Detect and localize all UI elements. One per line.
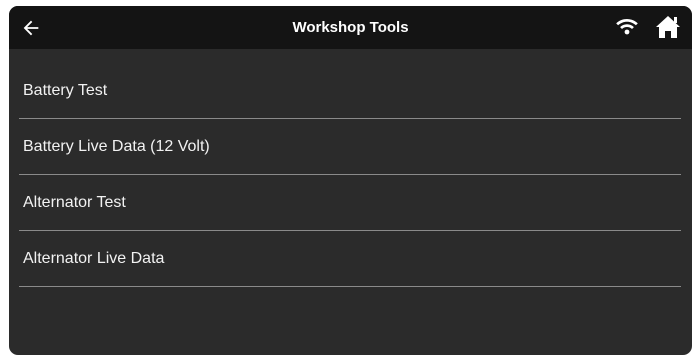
menu-item-battery-test[interactable]: Battery Test xyxy=(19,63,681,119)
menu-item-alternator-live-data[interactable]: Alternator Live Data xyxy=(19,231,681,287)
app-screen: Workshop Tools Battery Test Battery Live… xyxy=(9,6,692,355)
home-icon xyxy=(656,16,680,38)
page-title: Workshop Tools xyxy=(292,19,409,36)
home-button[interactable] xyxy=(654,13,682,41)
menu-list: Battery Test Battery Live Data (12 Volt)… xyxy=(19,63,681,287)
menu-item-battery-live-data[interactable]: Battery Live Data (12 Volt) xyxy=(19,119,681,175)
wifi-icon xyxy=(616,19,638,35)
top-bar: Workshop Tools xyxy=(9,6,692,49)
menu-item-alternator-test[interactable]: Alternator Test xyxy=(19,175,681,231)
